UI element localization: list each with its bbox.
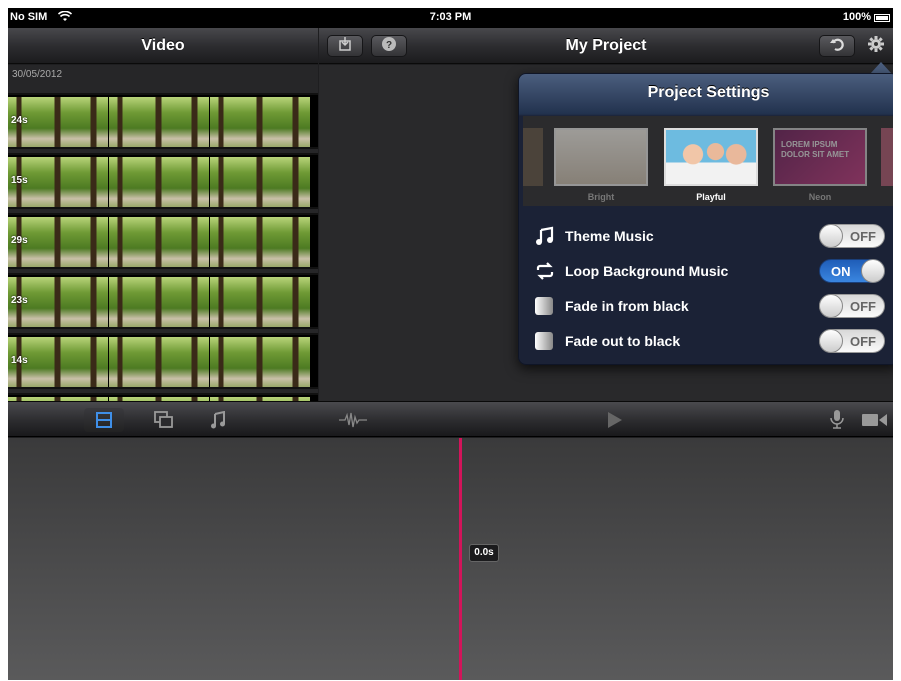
media-browser-title: Video xyxy=(141,37,185,54)
media-toolbar xyxy=(8,401,893,437)
setting-loop-background-music: Loop Background Music ON xyxy=(535,257,885,287)
app-screen: No SIM 7:03 PM 100% Video ? My Project 3… xyxy=(8,8,893,680)
theme-playful[interactable]: Playful xyxy=(664,128,758,202)
popover-title: Project Settings xyxy=(647,84,770,101)
theme-bright[interactable]: Bright xyxy=(554,128,648,202)
audio-tab[interactable] xyxy=(204,408,234,432)
clip-duration: 23s xyxy=(11,295,28,306)
clip-thumbnail xyxy=(210,97,310,147)
project-header: ? My Project xyxy=(319,28,893,64)
clip-thumbnail xyxy=(210,157,310,207)
setting-label: Theme Music xyxy=(565,228,654,244)
clip-duration: 15s xyxy=(11,175,28,186)
clip-item[interactable]: 14s xyxy=(8,333,318,389)
clip-thumbnail xyxy=(210,277,310,327)
undo-icon xyxy=(830,38,844,51)
record-voiceover-button[interactable] xyxy=(830,409,848,431)
status-bar: No SIM 7:03 PM 100% xyxy=(8,8,893,28)
theme-thumbnail-partial xyxy=(881,128,893,186)
toggle-state: ON xyxy=(831,264,851,279)
theme-picker: Bright Playful LOREM IPSUM DOLOR SIT AME… xyxy=(523,116,893,206)
theme-music-toggle[interactable]: OFF xyxy=(819,224,885,248)
photos-tab[interactable] xyxy=(148,408,178,432)
battery-percent: 100% xyxy=(842,11,871,23)
settings-button[interactable] xyxy=(863,35,889,57)
project-settings-popover: Project Settings Bright Playful LOREM IP… xyxy=(518,73,893,365)
clip-thumbnail xyxy=(210,337,310,387)
video-tab[interactable] xyxy=(84,408,124,432)
media-browser: 30/05/2012 24s 15s 29s 23s 14s xyxy=(8,65,318,401)
clip-thumbnail xyxy=(109,277,209,327)
playhead-time: 0.0s xyxy=(469,544,499,562)
toggle-knob xyxy=(819,329,843,353)
playhead[interactable] xyxy=(459,438,462,680)
clip-duration: 24s xyxy=(11,115,28,126)
clip-thumbnail xyxy=(210,217,310,267)
fade-out-toggle[interactable]: OFF xyxy=(819,329,885,353)
clip-date: 30/05/2012 xyxy=(12,69,63,80)
loop-background-music-toggle[interactable]: ON xyxy=(819,259,885,283)
toggle-state: OFF xyxy=(850,334,876,349)
toggle-knob xyxy=(819,294,843,318)
clip-thumbnail xyxy=(109,97,209,147)
clock: 7:03 PM xyxy=(429,11,472,23)
play-button[interactable] xyxy=(606,410,626,430)
play-icon xyxy=(608,412,622,428)
clip-thumbnail xyxy=(109,337,209,387)
toggle-state: OFF xyxy=(850,299,876,314)
theme-label: Bright xyxy=(587,192,615,202)
setting-theme-music: Theme Music OFF xyxy=(535,222,885,252)
theme-label: Playful xyxy=(696,192,726,202)
loop-icon xyxy=(536,262,554,280)
fade-in-icon xyxy=(535,297,553,315)
fade-in-toggle[interactable]: OFF xyxy=(819,294,885,318)
theme-thumbnail-partial xyxy=(523,128,543,186)
timeline[interactable]: 0.0s xyxy=(8,438,893,680)
toggle-knob xyxy=(819,224,843,248)
theme-label: Neon xyxy=(808,192,832,202)
battery-icon xyxy=(874,14,890,22)
video-camera-icon xyxy=(862,414,887,426)
film-strip-icon xyxy=(96,412,112,428)
toggle-knob xyxy=(861,259,885,283)
project-title: My Project xyxy=(565,37,647,54)
setting-fade-in: Fade in from black OFF xyxy=(535,292,885,322)
music-note-icon xyxy=(536,226,554,245)
clip-thumbnail xyxy=(109,157,209,207)
setting-fade-out: Fade out to black OFF xyxy=(535,327,885,357)
microphone-icon xyxy=(830,410,844,429)
clip-item[interactable]: 24s xyxy=(8,93,318,149)
clip-thumbnail xyxy=(109,217,209,267)
undo-button[interactable] xyxy=(819,35,855,57)
setting-label: Fade in from black xyxy=(565,298,689,314)
theme-thumbnail: LOREM IPSUM DOLOR SIT AMET xyxy=(773,128,867,186)
waveform-icon xyxy=(339,412,367,428)
setting-label: Loop Background Music xyxy=(565,263,729,279)
toggle-state: OFF xyxy=(850,229,876,244)
clip-item[interactable]: 15s xyxy=(8,153,318,209)
theme-thumbnail xyxy=(554,128,648,186)
clip-item[interactable]: 23s xyxy=(8,273,318,329)
media-browser-header: Video xyxy=(8,28,318,64)
clip-duration: 14s xyxy=(11,355,28,366)
clip-item[interactable] xyxy=(8,393,318,401)
clip-duration: 29s xyxy=(11,235,28,246)
camera-button[interactable] xyxy=(860,411,888,429)
audio-waveform-button[interactable] xyxy=(338,411,368,429)
fade-out-icon xyxy=(535,332,553,350)
gear-icon xyxy=(868,36,884,52)
music-note-icon xyxy=(211,411,225,429)
theme-neon[interactable]: LOREM IPSUM DOLOR SIT AMET Neon xyxy=(773,128,867,202)
setting-label: Fade out to black xyxy=(565,333,681,349)
clip-item[interactable]: 29s xyxy=(8,213,318,269)
photos-icon xyxy=(154,411,173,428)
theme-thumbnail xyxy=(664,128,758,186)
